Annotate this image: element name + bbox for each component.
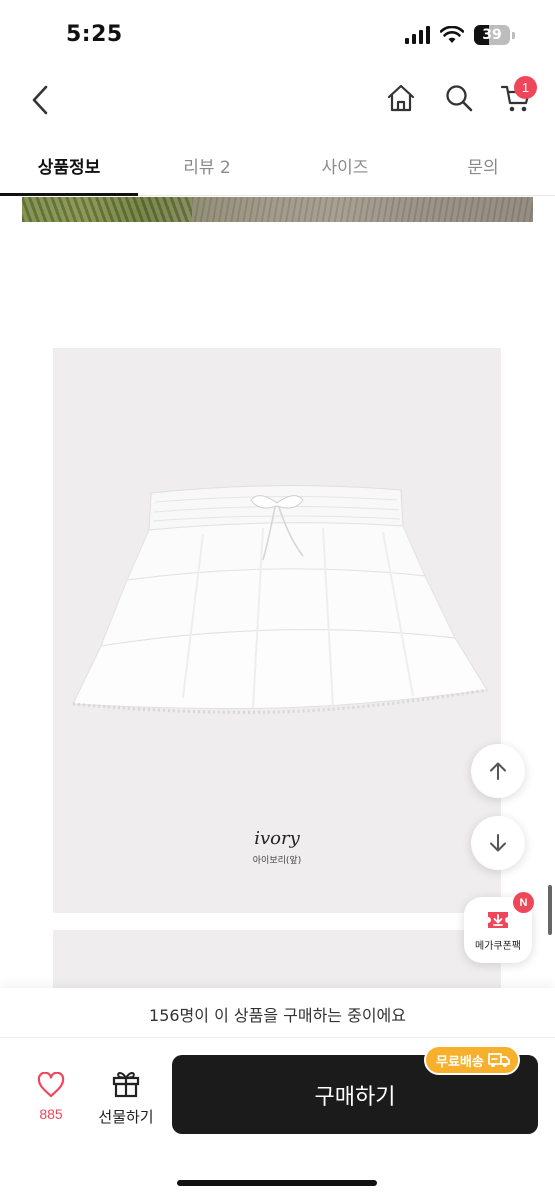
skirt-image (72, 485, 488, 714)
arrow-up-icon (490, 762, 506, 780)
product-detail-image-next (53, 930, 501, 990)
gift-icon (112, 1072, 140, 1098)
home-icon (387, 84, 415, 112)
color-name: ivory (254, 828, 300, 849)
arrow-down-icon (490, 834, 506, 852)
signal-icon (405, 26, 430, 44)
free-shipping-badge: 무료배송 (424, 1045, 520, 1075)
purchase-bar: 156명이 이 상품을 구매하는 중이에요 885 선물하기 구매하기 (0, 988, 555, 1200)
wifi-icon (440, 26, 464, 43)
like-button[interactable]: 885 (22, 1070, 80, 1130)
product-tabs: 상품정보 리뷰 2 사이즈 문의 (0, 140, 555, 196)
search-button[interactable] (441, 80, 477, 116)
new-badge: N (513, 892, 534, 913)
back-button[interactable] (22, 78, 58, 122)
search-icon (446, 85, 473, 112)
scroll-up-button[interactable] (471, 744, 525, 798)
home-button[interactable] (383, 80, 419, 116)
status-time: 5:25 (66, 22, 123, 47)
status-icons: 39 (405, 25, 515, 45)
color-subtitle: 아이보리(앞) (252, 856, 302, 866)
status-bar: 5:25 39 (0, 0, 555, 70)
like-count: 885 (39, 1106, 63, 1122)
product-detail-image: ivory 아이보리(앞) (53, 348, 501, 913)
scroll-down-button[interactable] (471, 816, 525, 870)
tab-product-info[interactable]: 상품정보 (0, 140, 138, 196)
app-header (0, 70, 555, 130)
gift-label: 선물하기 (98, 1108, 154, 1126)
scrollbar[interactable] (548, 885, 552, 935)
tab-inquiry[interactable]: 문의 (414, 140, 552, 195)
heart-icon (37, 1072, 65, 1098)
gift-button[interactable]: 선물하기 (92, 1068, 160, 1130)
free-shipping-label: 무료배송 (436, 1054, 484, 1070)
battery-level: 39 (482, 27, 502, 43)
purchase-activity-notice: 156명이 이 상품을 구매하는 중이에요 (0, 988, 555, 1038)
tab-size[interactable]: 사이즈 (276, 140, 414, 195)
truck-icon (487, 1053, 510, 1067)
cart-count-badge: 1 (514, 76, 537, 99)
chevron-left-icon (32, 85, 48, 115)
home-indicator (177, 1180, 377, 1186)
coupon-download-icon (488, 912, 508, 928)
coupon-label: 메가쿠폰팩 (475, 941, 521, 952)
model-photo-cropped (22, 197, 533, 222)
tab-reviews[interactable]: 리뷰 2 (138, 140, 276, 195)
battery-icon: 39 (474, 25, 510, 45)
